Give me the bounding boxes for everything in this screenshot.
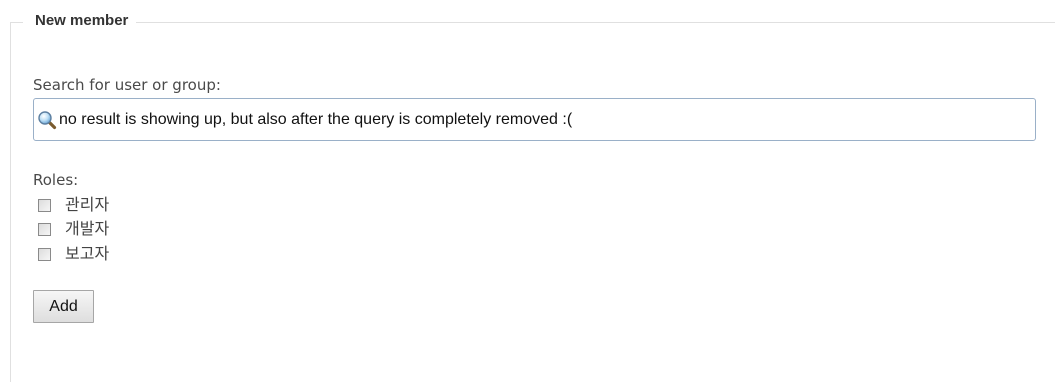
role-checkbox[interactable] [38,247,51,261]
role-item-admin[interactable]: 관리자 [38,194,109,216]
search-input[interactable]: no result is showing up, but also after … [33,98,1036,141]
role-item-reporter[interactable]: 보고자 [38,243,109,265]
role-label: 개발자 [65,219,110,238]
role-checkbox[interactable] [38,222,51,236]
search-input-value[interactable]: no result is showing up, but also after … [59,110,572,130]
add-button[interactable]: Add [33,290,94,323]
role-label: 관리자 [65,195,110,214]
search-icon [36,109,58,131]
search-label: Search for user or group: [33,76,221,94]
role-label: 보고자 [65,244,110,263]
role-checkbox[interactable] [38,198,51,212]
roles-label: Roles: [33,171,79,189]
section-legend: New member [23,11,137,31]
role-item-developer[interactable]: 개발자 [38,218,109,240]
